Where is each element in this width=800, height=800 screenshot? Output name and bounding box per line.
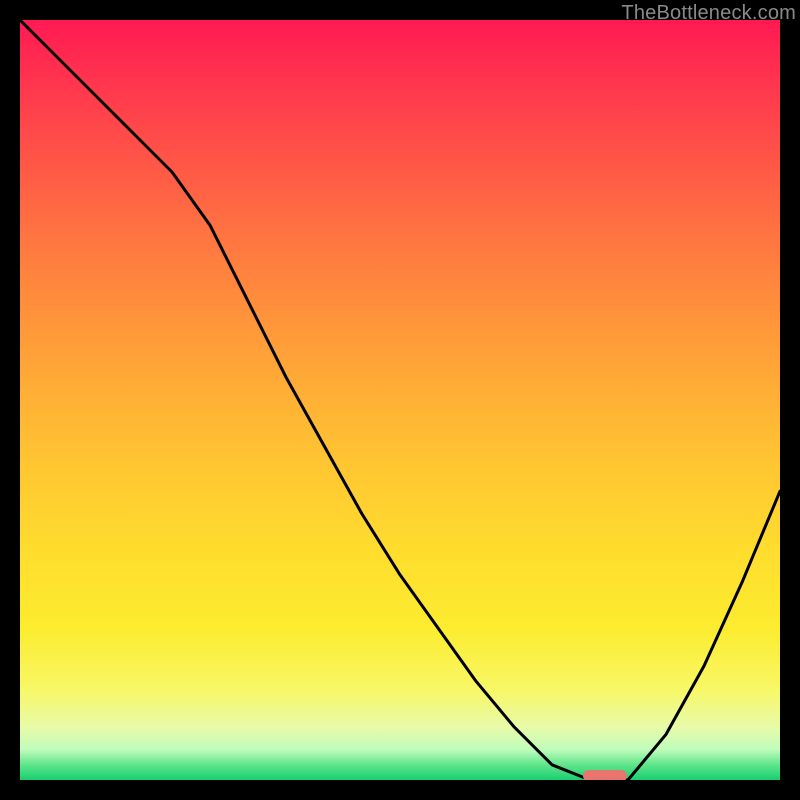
optimal-point-marker xyxy=(583,770,627,780)
plot-area xyxy=(20,20,780,780)
bottleneck-curve xyxy=(20,20,780,780)
chart-container: TheBottleneck.com xyxy=(0,0,800,800)
curve-polyline xyxy=(20,20,780,780)
